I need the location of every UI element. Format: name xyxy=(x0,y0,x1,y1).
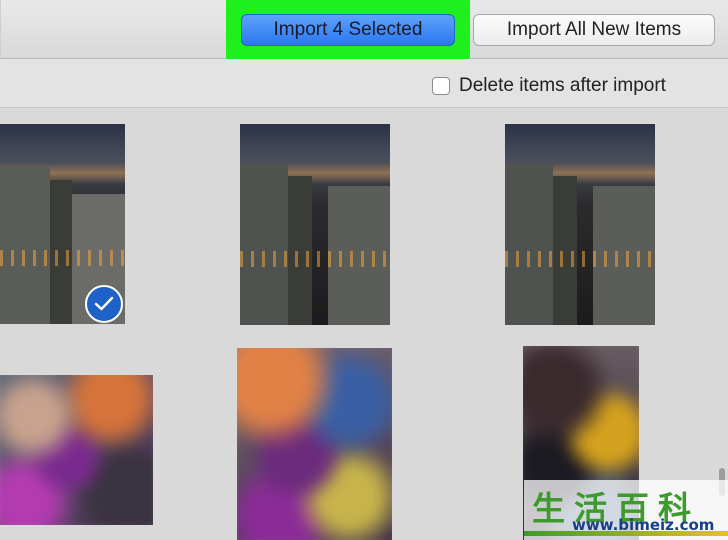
delete-after-import-checkbox[interactable] xyxy=(432,77,450,95)
import-selected-button[interactable]: Import 4 Selected xyxy=(241,14,455,46)
import-all-new-items-button[interactable]: Import All New Items xyxy=(473,14,715,46)
photo-city-lights xyxy=(0,250,125,266)
photo-building xyxy=(505,164,553,325)
photo-thumbnail-2[interactable] xyxy=(240,124,390,325)
selected-checkmark-badge[interactable] xyxy=(85,285,123,323)
site-watermark: 生 活 百 科 www.bimeiz.com xyxy=(524,480,728,540)
photo-thumbnail-3[interactable] xyxy=(505,124,655,325)
photo-city-lights xyxy=(240,251,390,267)
delete-after-import-option[interactable]: Delete items after import xyxy=(432,73,666,99)
watermark-bar xyxy=(524,531,728,536)
checkmark-icon xyxy=(94,296,114,311)
photo-city-lights xyxy=(505,251,655,267)
delete-after-import-label: Delete items after import xyxy=(459,75,666,96)
watermark-char: 生 xyxy=(532,489,566,528)
toolbar-divider xyxy=(0,0,1,58)
photo-building xyxy=(0,166,50,324)
photo-thumbnail-4[interactable] xyxy=(0,375,153,525)
photo-thumbnail-5[interactable] xyxy=(237,348,392,540)
photo-building xyxy=(240,164,288,325)
photo-blurred-content xyxy=(237,348,392,540)
photo-blurred-content xyxy=(0,375,153,525)
